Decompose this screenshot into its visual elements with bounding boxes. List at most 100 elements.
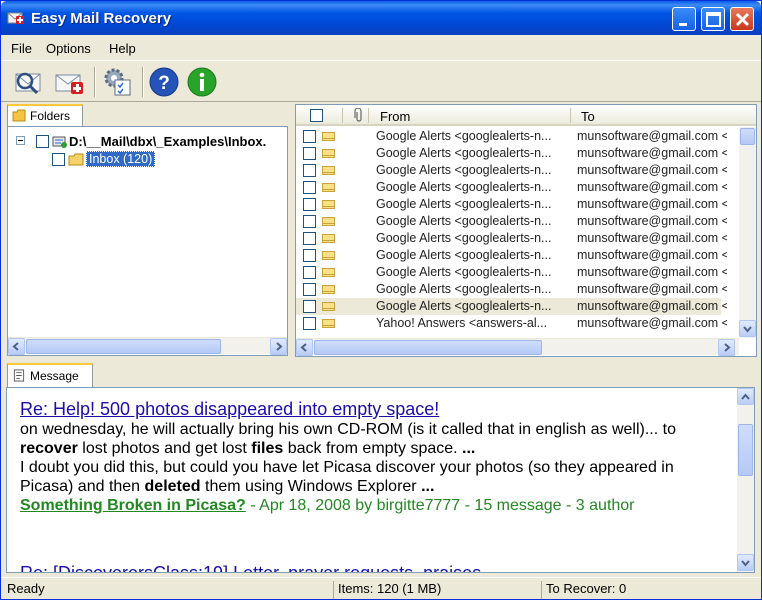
tab-message[interactable]: Message (7, 363, 93, 387)
close-button[interactable] (730, 7, 754, 31)
row-from: Google Alerts <googlealerts-n... (376, 265, 552, 279)
row-checkbox[interactable] (303, 317, 316, 330)
envelope-icon (322, 285, 335, 294)
scroll-thumb[interactable] (314, 340, 542, 355)
message-paragraph-1: on wednesday, he will actually bring his… (20, 421, 676, 457)
row-checkbox[interactable] (303, 215, 316, 228)
table-row[interactable]: Google Alerts <googlealerts-n... munsoftw… (296, 247, 727, 264)
table-row[interactable]: Google Alerts <googlealerts-n... munsoftw… (296, 264, 727, 281)
scroll-down-button[interactable] (739, 320, 756, 337)
row-checkbox[interactable] (303, 300, 316, 313)
row-from: Google Alerts <googlealerts-n... (376, 248, 552, 262)
minimize-button[interactable] (672, 7, 696, 31)
scroll-right-button[interactable] (718, 339, 735, 356)
envelope-icon (322, 166, 335, 175)
list-vscrollbar[interactable] (739, 127, 756, 338)
attachment-icon[interactable] (354, 108, 364, 123)
tree-inbox-row[interactable]: Inbox (120) (52, 151, 252, 168)
help-icon: ? (149, 67, 179, 97)
svg-text:?: ? (158, 73, 170, 94)
row-checkbox[interactable] (303, 232, 316, 245)
inbox-checkbox[interactable] (52, 153, 65, 166)
scroll-right-button[interactable] (270, 338, 287, 355)
message-headline-2-link[interactable]: Re: [DiscoverersClass:19] Letter, prayer… (20, 564, 481, 573)
row-from: Google Alerts <googlealerts-n... (376, 282, 552, 296)
table-row[interactable]: Google Alerts <googlealerts-n... munsoftw… (296, 213, 727, 230)
tree-root-checkbox[interactable] (36, 135, 49, 148)
row-to: munsoftware@gmail.com < (577, 129, 727, 143)
row-checkbox[interactable] (303, 266, 316, 279)
app-logo-icon (7, 12, 24, 24)
envelope-icon (322, 268, 335, 277)
recover-mail-button[interactable] (53, 65, 87, 99)
title-bar[interactable]: Easy Mail Recovery (1, 1, 761, 35)
scroll-up-button[interactable] (737, 388, 754, 405)
scroll-thumb[interactable] (740, 128, 755, 145)
message-vscrollbar[interactable] (737, 388, 754, 572)
row-from: Yahoo! Answers <answers-al... (376, 316, 548, 330)
source-meta: - Apr 18, 2008 by birgitte7777 - 15 mess… (245, 497, 635, 514)
scroll-left-button[interactable] (296, 339, 313, 356)
row-from: Google Alerts <googlealerts-n... (376, 231, 552, 245)
row-checkbox[interactable] (303, 147, 316, 160)
envelope-icon (322, 302, 335, 311)
column-to[interactable]: To (581, 109, 595, 124)
row-checkbox[interactable] (303, 164, 316, 177)
table-row[interactable]: Google Alerts <googlealerts-n... munsoftw… (296, 128, 727, 145)
row-checkbox[interactable] (303, 198, 316, 211)
scroll-down-button[interactable] (737, 554, 754, 571)
column-divider (570, 108, 571, 123)
list-hscrollbar[interactable] (296, 338, 739, 356)
row-from: Google Alerts <googlealerts-n... (376, 163, 552, 177)
status-ready: Ready (7, 581, 45, 596)
tree-root-row[interactable]: D:\__Mail\dbx\_Examples\Inbox. (16, 133, 286, 150)
toolbar-separator (94, 67, 96, 97)
menu-options[interactable]: Options (46, 41, 91, 56)
table-row[interactable]: Google Alerts <googlealerts-n... munsoftw… (296, 196, 727, 213)
help-button[interactable]: ? (147, 65, 181, 99)
settings-button[interactable] (101, 65, 135, 99)
arrow-down-icon (741, 560, 750, 567)
envelope-icon (322, 251, 335, 260)
maximize-icon (706, 12, 721, 27)
scan-button[interactable] (11, 65, 45, 99)
envelope-icon (322, 200, 335, 209)
select-all-checkbox[interactable] (310, 109, 323, 122)
table-row[interactable]: Google Alerts <googlealerts-n... munsoftw… (296, 281, 727, 298)
info-button[interactable] (185, 65, 219, 99)
message-source: Something Broken in Picasa? - Apr 18, 20… (20, 496, 720, 515)
row-from: Google Alerts <googlealerts-n... (376, 299, 552, 313)
row-checkbox[interactable] (303, 283, 316, 296)
list-header: From To (296, 105, 756, 126)
arrow-down-icon (743, 326, 752, 333)
arrow-left-icon (12, 342, 19, 351)
row-to: munsoftware@gmail.com < (577, 231, 727, 245)
row-checkbox[interactable] (303, 130, 316, 143)
status-bar: Ready Items: 120 (1 MB) To Recover: 0 (1, 577, 761, 599)
envelope-icon (322, 183, 335, 192)
table-row[interactable]: Google Alerts <googlealerts-n... munsoftw… (296, 298, 727, 315)
row-checkbox[interactable] (303, 249, 316, 262)
folders-hscrollbar[interactable] (8, 337, 287, 355)
tab-folders[interactable]: Folders (7, 104, 83, 126)
source-link[interactable]: Something Broken in Picasa? (20, 497, 246, 514)
row-checkbox[interactable] (303, 181, 316, 194)
column-from[interactable]: From (380, 109, 410, 124)
scroll-thumb[interactable] (26, 339, 221, 354)
message-headline-link[interactable]: Re: Help! 500 photos disappeared into em… (20, 400, 720, 419)
scroll-thumb[interactable] (738, 424, 753, 476)
row-to: munsoftware@gmail.com < (577, 282, 727, 296)
table-row[interactable]: Yahoo! Answers <answers-al... munsoftware… (296, 315, 727, 332)
tab-message-label: Message (30, 369, 79, 383)
table-row[interactable]: Google Alerts <googlealerts-n... munsoftw… (296, 162, 727, 179)
row-to: munsoftware@gmail.com < (577, 180, 727, 194)
menu-file[interactable]: File (11, 41, 32, 56)
toolbar-separator (142, 67, 144, 97)
collapse-icon[interactable] (16, 136, 25, 145)
maximize-button[interactable] (701, 7, 725, 31)
scroll-left-button[interactable] (8, 338, 25, 355)
table-row[interactable]: Google Alerts <googlealerts-n... munsoftw… (296, 230, 727, 247)
menu-help[interactable]: Help (109, 41, 136, 56)
table-row[interactable]: Google Alerts <googlealerts-n... munsoftw… (296, 145, 727, 162)
table-row[interactable]: Google Alerts <googlealerts-n... munsoftw… (296, 179, 727, 196)
